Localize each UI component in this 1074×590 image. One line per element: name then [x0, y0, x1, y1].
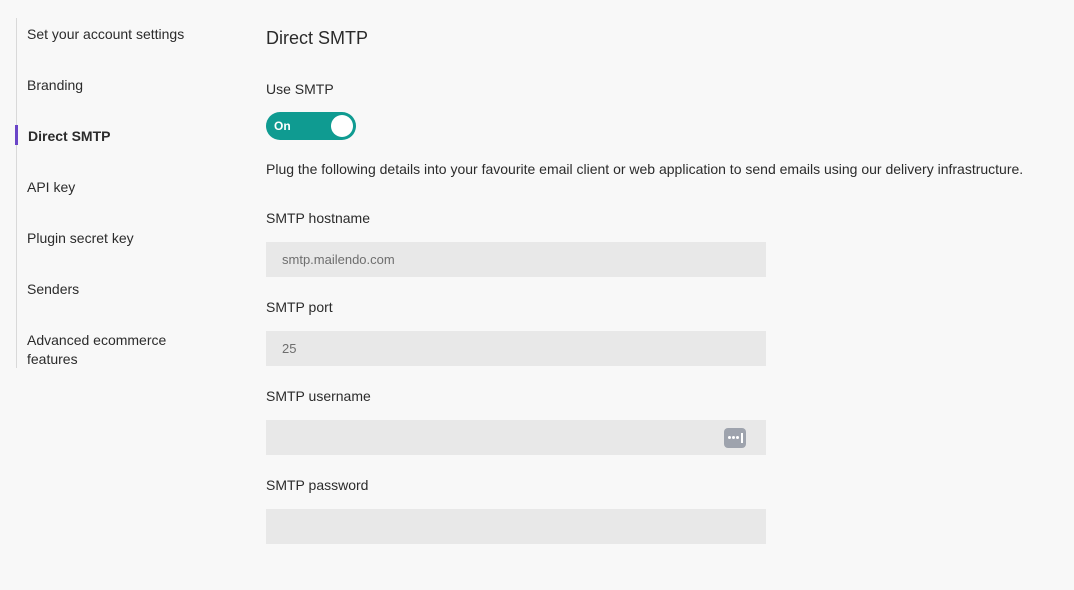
- toggle-state-text: On: [274, 119, 291, 133]
- smtp-description: Plug the following details into your fav…: [266, 161, 1024, 177]
- toggle-knob: [331, 115, 353, 137]
- use-smtp-toggle[interactable]: On: [266, 112, 356, 140]
- sidebar-item-plugin-secret-key[interactable]: Plugin secret key: [27, 229, 217, 248]
- smtp-port-label: SMTP port: [266, 299, 333, 315]
- smtp-password-label: SMTP password: [266, 477, 369, 493]
- sidebar-item-account-settings[interactable]: Set your account settings: [27, 25, 217, 44]
- smtp-port-field[interactable]: [266, 331, 766, 366]
- smtp-username-field[interactable]: [266, 420, 766, 455]
- sidebar-item-api-key[interactable]: API key: [27, 178, 217, 197]
- password-manager-icon[interactable]: [724, 428, 746, 448]
- active-indicator: [15, 125, 18, 145]
- sidebar-item-direct-smtp[interactable]: Direct SMTP: [28, 127, 218, 146]
- settings-sidebar: Set your account settings Branding Direc…: [15, 18, 218, 369]
- use-smtp-label: Use SMTP: [266, 81, 334, 97]
- sidebar-item-advanced-ecommerce[interactable]: Advanced ecommerce features: [27, 331, 187, 369]
- sidebar-item-senders[interactable]: Senders: [27, 280, 217, 299]
- smtp-hostname-field[interactable]: [266, 242, 766, 277]
- page-title: Direct SMTP: [266, 28, 369, 48]
- sidebar-item-branding[interactable]: Branding: [27, 76, 217, 95]
- smtp-password-field[interactable]: [266, 509, 766, 544]
- smtp-username-label: SMTP username: [266, 388, 371, 404]
- smtp-hostname-label: SMTP hostname: [266, 210, 371, 226]
